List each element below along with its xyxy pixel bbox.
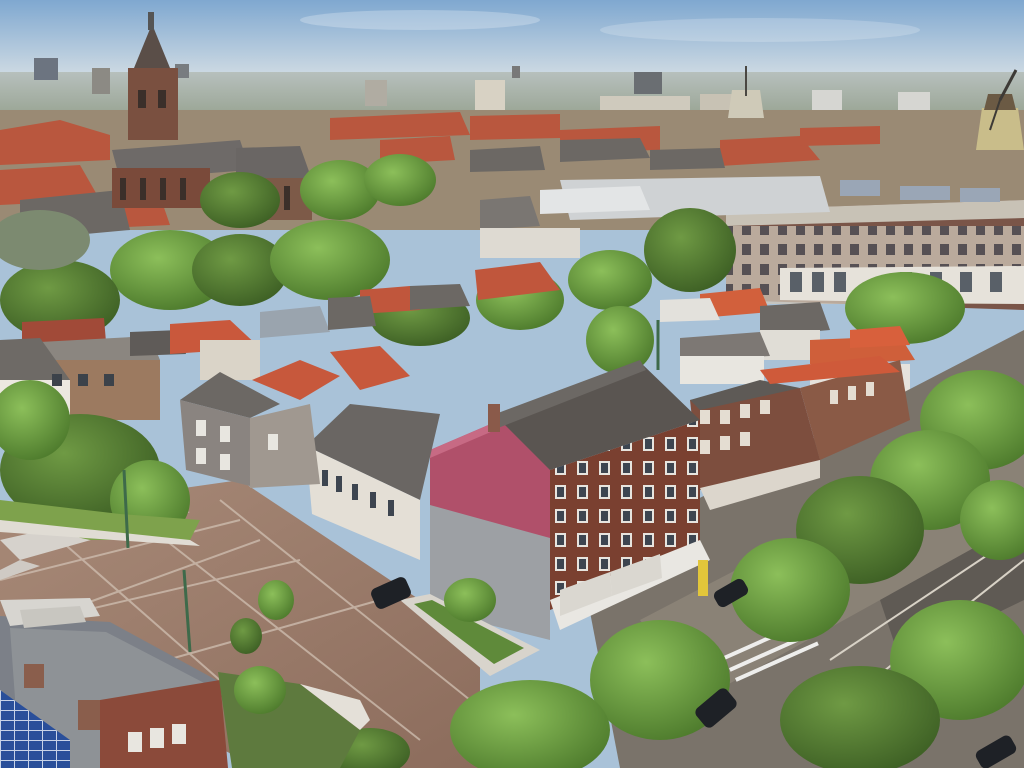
grey-roof-cottage [306,404,440,560]
aerial-city-scene [0,0,1024,768]
